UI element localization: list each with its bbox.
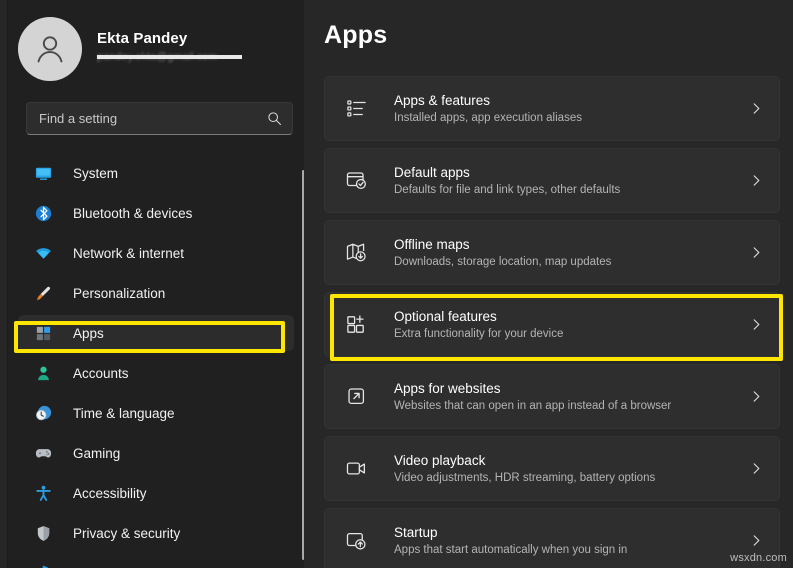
card-apps-features[interactable]: Apps & features Installed apps, app exec… — [324, 76, 780, 141]
wifi-icon — [32, 242, 54, 264]
account-block[interactable]: Ekta Pandey pandey.ekta@gmail.com — [18, 16, 294, 82]
chevron-right-icon[interactable] — [750, 462, 763, 475]
monitor-icon — [32, 162, 54, 184]
card-title: Offline maps — [394, 236, 750, 253]
card-startup[interactable]: Startup Apps that start automatically wh… — [324, 508, 780, 568]
search-icon[interactable] — [267, 111, 282, 126]
card-optional-features[interactable]: Optional features Extra functionality fo… — [324, 292, 780, 357]
card-subtitle: Installed apps, app execution aliases — [394, 111, 750, 126]
sidebar-item-label: Apps — [73, 325, 104, 342]
chevron-right-icon[interactable] — [750, 246, 763, 259]
watermark: wsxdn.com — [730, 552, 787, 564]
chevron-right-icon[interactable] — [750, 390, 763, 403]
paintbrush-icon — [32, 282, 54, 304]
window-up-arrow-icon — [343, 528, 369, 554]
card-text: Optional features Extra functionality fo… — [394, 308, 750, 342]
sidebar-item-label: Time & language — [73, 405, 175, 422]
settings-card-list: Apps & features Installed apps, app exec… — [324, 76, 780, 568]
sidebar-item-label: Network & internet — [73, 245, 184, 262]
card-text: Default apps Defaults for file and link … — [394, 164, 750, 198]
background-window-edge — [0, 0, 8, 568]
settings-sidebar: Ekta Pandey pandey.ekta@gmail.com — [8, 0, 304, 568]
account-email-wrap: pandey.ekta@gmail.com — [97, 51, 242, 64]
card-title: Video playback — [394, 452, 750, 469]
chevron-right-icon[interactable] — [750, 174, 763, 187]
gamepad-icon — [32, 442, 54, 464]
sidebar-item-windows-update[interactable] — [18, 555, 294, 568]
sidebar-item-accessibility[interactable]: Accessibility — [18, 475, 294, 511]
sidebar-item-bluetooth-devices[interactable]: Bluetooth & devices — [18, 195, 294, 231]
sidebar-item-label: Privacy & security — [73, 525, 180, 542]
sidebar-item-label: System — [73, 165, 118, 182]
sidebar-item-personalization[interactable]: Personalization — [18, 275, 294, 311]
sidebar-item-label: Accounts — [73, 365, 129, 382]
sidebar-item-label: Gaming — [73, 445, 120, 462]
page-title: Apps — [324, 20, 387, 50]
settings-window: Ekta Pandey pandey.ekta@gmail.com — [0, 0, 793, 568]
account-text: Ekta Pandey pandey.ekta@gmail.com — [97, 30, 242, 68]
account-name: Ekta Pandey — [97, 30, 242, 48]
sidebar-item-system[interactable]: System — [18, 155, 294, 191]
window-check-icon — [343, 168, 369, 194]
list-bullets-icon — [343, 96, 369, 122]
card-subtitle: Downloads, storage location, map updates — [394, 255, 750, 270]
clock-globe-icon — [32, 402, 54, 424]
card-text: Startup Apps that start automatically wh… — [394, 524, 750, 558]
card-apps-for-websites[interactable]: Apps for websites Websites that can open… — [324, 364, 780, 429]
sidebar-item-time-language[interactable]: Time & language — [18, 395, 294, 431]
card-text: Video playback Video adjustments, HDR st… — [394, 452, 750, 486]
sidebar-item-accounts[interactable]: Accounts — [18, 355, 294, 391]
bluetooth-icon — [32, 202, 54, 224]
sidebar-item-label: Personalization — [73, 285, 165, 302]
sidebar-item-label: Bluetooth & devices — [73, 205, 192, 222]
card-text: Offline maps Downloads, storage location… — [394, 236, 750, 270]
card-text: Apps for websites Websites that can open… — [394, 380, 750, 414]
sidebar-item-apps[interactable]: Apps — [18, 315, 294, 351]
chevron-right-icon[interactable] — [750, 102, 763, 115]
card-title: Apps for websites — [394, 380, 750, 397]
card-title: Startup — [394, 524, 750, 541]
grid-plus-icon — [343, 312, 369, 338]
sidebar-item-gaming[interactable]: Gaming — [18, 435, 294, 471]
sidebar-nav: System Bluetooth & devices — [18, 155, 294, 568]
apps-tiles-icon — [32, 322, 54, 344]
arrow-out-box-icon — [343, 384, 369, 410]
card-offline-maps[interactable]: Offline maps Downloads, storage location… — [324, 220, 780, 285]
card-subtitle: Extra functionality for your device — [394, 327, 750, 342]
sidebar-item-label: Accessibility — [73, 485, 147, 502]
card-default-apps[interactable]: Default apps Defaults for file and link … — [324, 148, 780, 213]
person-avatar-icon — [30, 29, 70, 69]
chevron-right-icon[interactable] — [750, 534, 763, 547]
map-download-icon — [343, 240, 369, 266]
search-box[interactable] — [26, 102, 293, 135]
chevron-right-icon[interactable] — [750, 318, 763, 331]
card-title: Apps & features — [394, 92, 750, 109]
accessibility-icon — [32, 482, 54, 504]
card-text: Apps & features Installed apps, app exec… — [394, 92, 750, 126]
windows-update-icon — [32, 562, 54, 568]
email-redaction-bar — [97, 55, 242, 59]
settings-content: Apps Apps & features Installed apps, ap — [304, 0, 793, 568]
video-camera-icon — [343, 456, 369, 482]
card-subtitle: Websites that can open in an app instead… — [394, 399, 750, 414]
card-subtitle: Defaults for file and link types, other … — [394, 183, 750, 198]
card-title: Default apps — [394, 164, 750, 181]
search-input[interactable] — [39, 111, 267, 127]
sidebar-item-privacy-security[interactable]: Privacy & security — [18, 515, 294, 551]
card-video-playback[interactable]: Video playback Video adjustments, HDR st… — [324, 436, 780, 501]
card-subtitle: Apps that start automatically when you s… — [394, 543, 750, 558]
shield-icon — [32, 522, 54, 544]
card-subtitle: Video adjustments, HDR streaming, batter… — [394, 471, 750, 486]
sidebar-item-network-internet[interactable]: Network & internet — [18, 235, 294, 271]
card-title: Optional features — [394, 308, 750, 325]
person-icon — [32, 362, 54, 384]
avatar — [18, 17, 82, 81]
